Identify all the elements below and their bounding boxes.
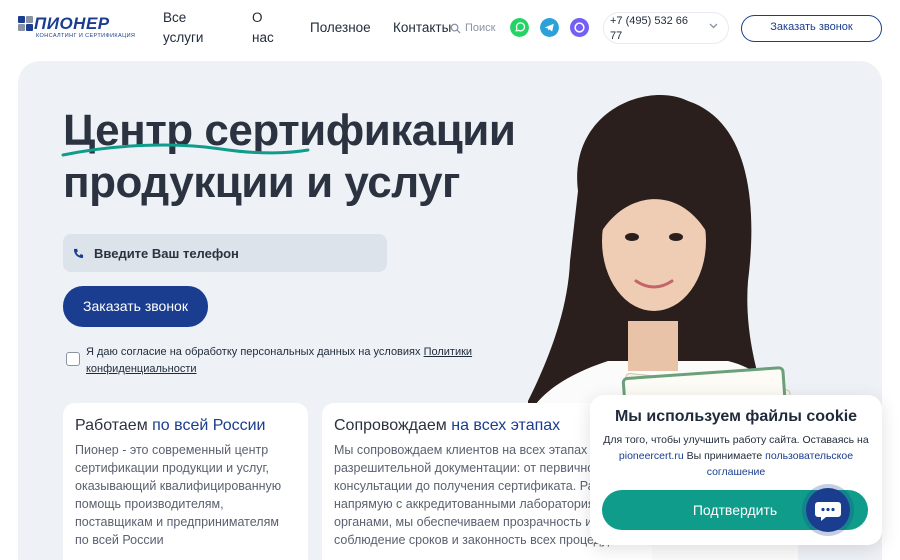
consent-checkbox[interactable] <box>66 352 80 366</box>
consent-text: Я даю согласие на обработку персональных… <box>86 346 421 358</box>
phone-selector[interactable]: +7 (495) 532 66 77 <box>603 12 729 44</box>
card-all-russia: Работаем по всей России Пионер - это сов… <box>63 403 308 560</box>
header-callback-button[interactable]: Заказать звонок <box>741 15 882 42</box>
logo-name: ПИОНЕР <box>34 14 110 33</box>
nav-contacts[interactable]: Контакты <box>393 18 451 38</box>
card-all-russia-title-accent: по всей России <box>152 417 266 434</box>
card-all-russia-title-plain: Работаем <box>75 417 153 434</box>
chevron-down-icon <box>709 23 718 29</box>
viber-icon[interactable] <box>570 18 589 37</box>
cookie-text-before: Для того, чтобы улучшить работу сайта. О… <box>603 434 869 446</box>
whatsapp-icon[interactable] <box>510 18 529 37</box>
nav-about[interactable]: О нас <box>252 8 274 48</box>
site-header: ПИОНЕР КОНСАЛТИНГ И СЕРТИФИКАЦИЯ Все усл… <box>0 0 900 56</box>
search-label: Поиск <box>465 22 496 34</box>
card-all-stages-title-plain: Сопровождаем <box>334 417 452 434</box>
header-phone-number: +7 (495) 532 66 77 <box>610 15 688 42</box>
nav-all-services-line1: Все <box>163 10 187 25</box>
phone-icon <box>73 248 84 258</box>
phone-input[interactable] <box>94 245 364 261</box>
consent-block: Я даю согласие на обработку персональных… <box>66 344 496 378</box>
search[interactable]: Поиск <box>450 20 495 36</box>
nav-all-services-line2: услуги <box>163 30 204 45</box>
logo-mark-icon <box>18 16 34 32</box>
nav-about-line1: О <box>252 10 263 25</box>
cookie-title: Мы используем файлы cookie <box>614 408 858 425</box>
logo-tagline: КОНСАЛТИНГ И СЕРТИФИКАЦИЯ <box>36 33 136 39</box>
chat-bubble-icon <box>815 502 841 521</box>
search-icon <box>450 23 461 34</box>
cookie-text: Для того, чтобы улучшить работу сайта. О… <box>590 432 882 480</box>
card-all-stages-title-accent: на всех этапах <box>451 417 561 434</box>
nav-useful[interactable]: Полезное <box>310 18 371 38</box>
site-link[interactable]: pioneercert.ru <box>619 450 684 462</box>
telegram-icon[interactable] <box>540 18 559 37</box>
logo[interactable]: ПИОНЕР КОНСАЛТИНГ И СЕРТИФИКАЦИЯ <box>18 14 136 40</box>
card-all-russia-text: Пионер - это современный центр сертифика… <box>75 443 282 547</box>
title-underline-decoration <box>61 143 310 157</box>
cookie-text-after: Вы принимаете <box>686 450 763 462</box>
phone-input-wrapper <box>63 234 387 272</box>
nav-about-line2: нас <box>252 30 274 45</box>
nav-all-services[interactable]: Все услуги <box>163 8 203 48</box>
hero-title-line2: продукции и услуг <box>63 158 460 207</box>
chat-widget-button[interactable] <box>806 488 850 532</box>
card-all-russia-title: Работаем по всей России <box>75 417 296 435</box>
hero-callback-button[interactable]: Заказать звонок <box>63 286 208 327</box>
